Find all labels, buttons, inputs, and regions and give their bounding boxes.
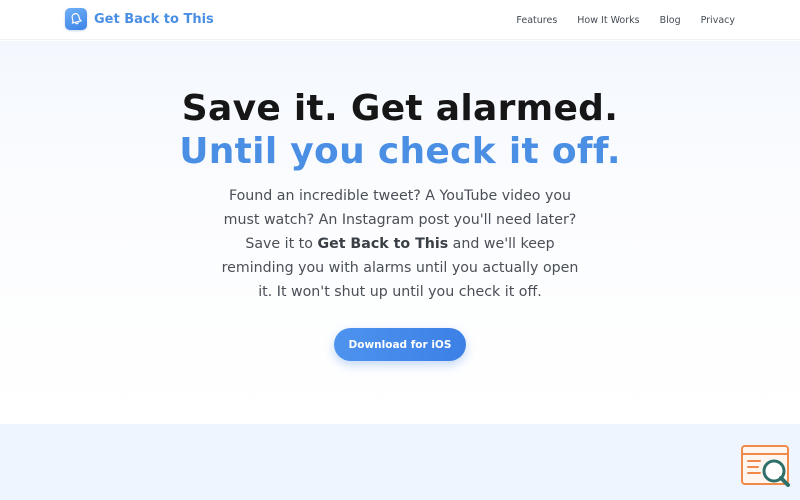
nav-link-blog[interactable]: Blog	[660, 15, 681, 26]
site-header: Get Back to This Features How It Works B…	[0, 0, 800, 40]
page: Get Back to This Features How It Works B…	[0, 0, 800, 500]
hero-headline-line1: Save it. Get alarmed.	[181, 88, 619, 129]
hero-description-app-name: Get Back to This	[317, 236, 449, 252]
search-magnifier-icon[interactable]	[740, 444, 792, 490]
nav-link-features[interactable]: Features	[516, 15, 557, 26]
download-ios-button[interactable]: Download for iOS	[334, 328, 466, 361]
bell-icon	[65, 8, 87, 30]
main-nav: Features How It Works Blog Privacy	[516, 0, 735, 40]
features-section-top	[0, 424, 800, 500]
nav-link-how-it-works[interactable]: How It Works	[577, 15, 639, 26]
nav-link-privacy[interactable]: Privacy	[701, 15, 735, 26]
hero-description: Found an incredible tweet? A YouTube vid…	[220, 184, 580, 304]
brand-name: Get Back to This	[94, 11, 214, 27]
hero-headline-line2: Until you check it off.	[179, 131, 621, 172]
brand-link[interactable]: Get Back to This	[65, 8, 214, 30]
hero-section: Save it. Get alarmed. Until you check it…	[0, 41, 800, 424]
